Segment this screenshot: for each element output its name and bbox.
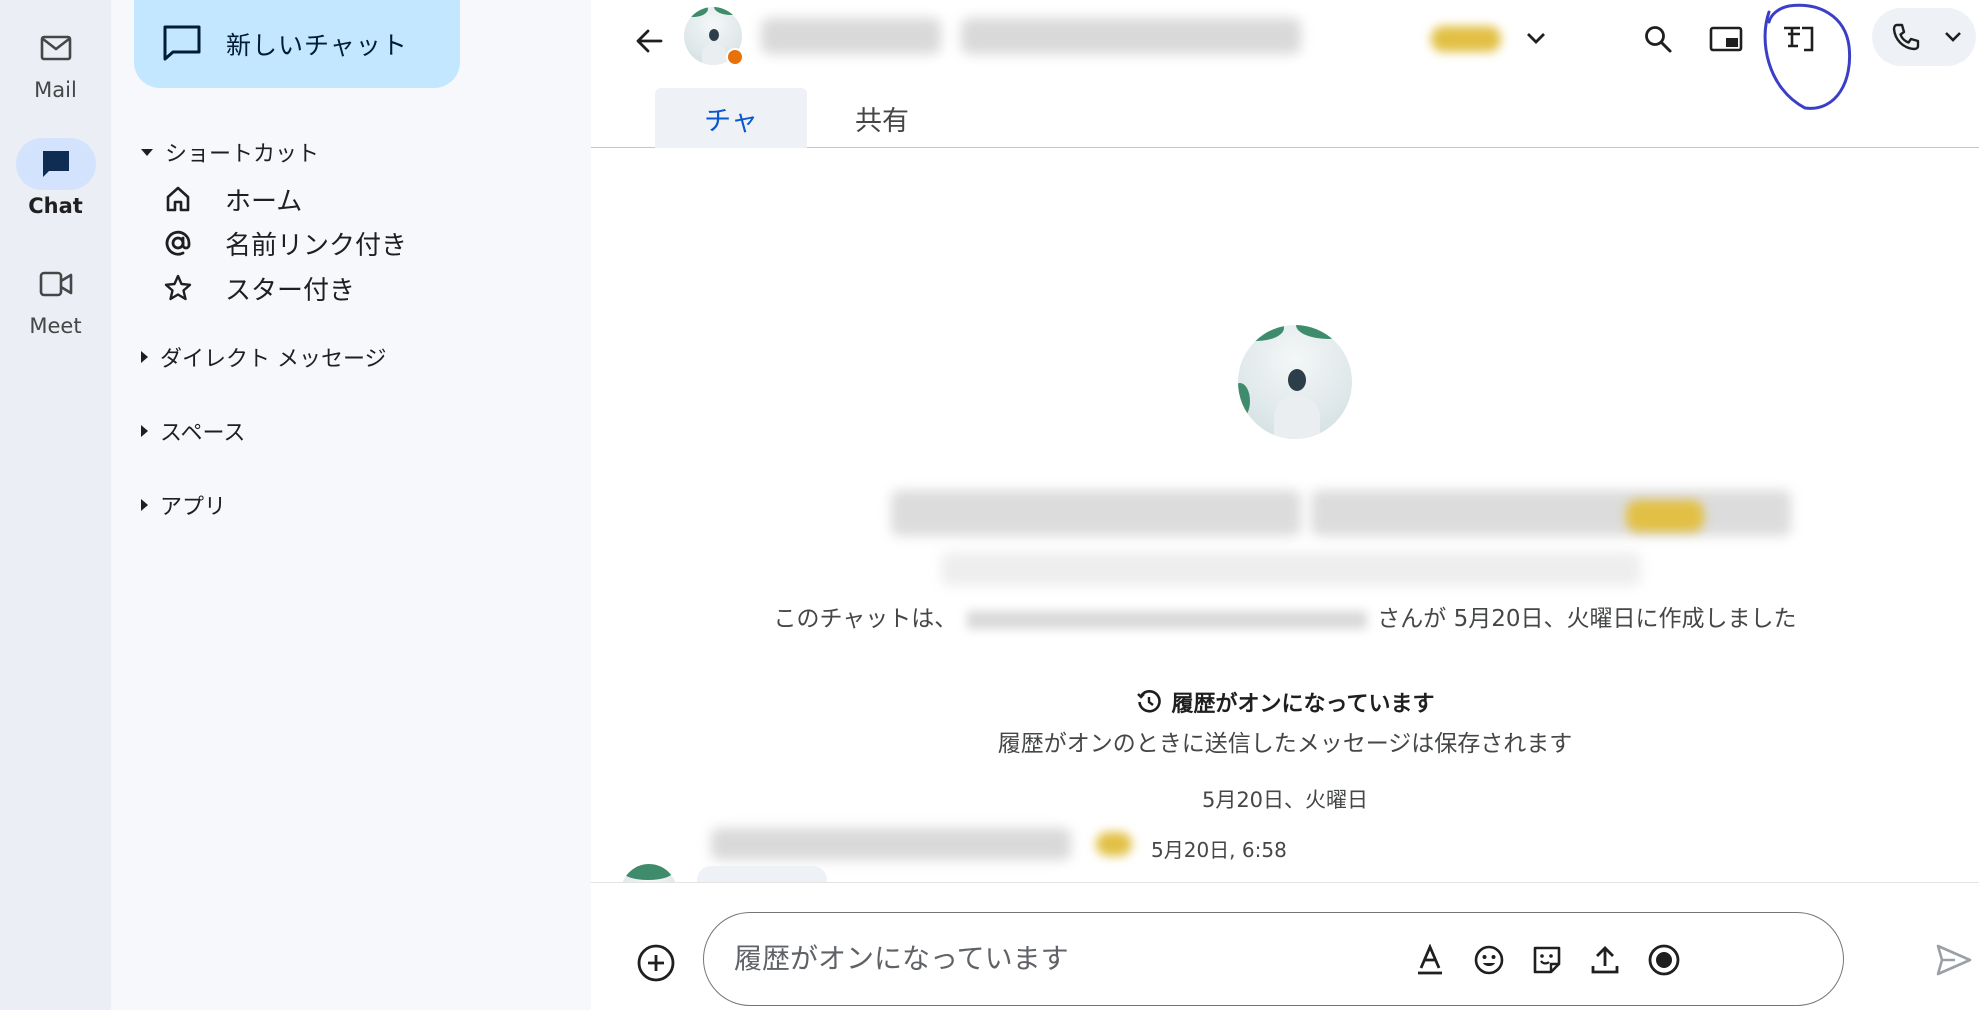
section-apps[interactable]: アプリ (141, 489, 226, 521)
redacted-sender (711, 828, 1071, 860)
call-button-group (1872, 8, 1976, 66)
sidebar-item-home-label: ホーム (225, 186, 303, 217)
sidebar: 新しいチャット ショートカット ホーム 名前リンク付き スター付き ダイレクト … (111, 0, 591, 1010)
chat-main: チャ 共有 このチャットは、 さんが 5月20日、火曜日に作成しました 履歴がオン… (591, 0, 1979, 1010)
composer-divider (591, 882, 1979, 883)
chat-icon (15, 138, 96, 190)
rail-label-mail: Mail (34, 78, 77, 102)
call-button[interactable] (1880, 12, 1932, 62)
caret-right-icon (141, 351, 148, 363)
back-button[interactable] (624, 16, 674, 66)
rail-item-mail[interactable]: Mail (0, 22, 111, 102)
send-button[interactable] (1931, 935, 1977, 985)
upload-button[interactable] (1582, 937, 1628, 983)
redacted-creator (967, 610, 1368, 629)
call-options-dropdown[interactable] (1938, 22, 1968, 52)
search-icon (1645, 26, 1672, 53)
star-icon (161, 271, 195, 305)
redacted-badge (1431, 26, 1501, 52)
rail-label-chat: Chat (28, 194, 83, 218)
status-badge (726, 48, 744, 66)
chevron-down-icon (1527, 33, 1545, 44)
sidebar-item-home[interactable]: ホーム (161, 178, 302, 220)
message-timestamp: 5月20日, 6:58 (1151, 838, 1287, 862)
redacted-name (761, 18, 941, 54)
sidebar-item-mentions-label: 名前リンク付き (225, 230, 408, 261)
send-icon (1936, 944, 1972, 976)
redacted-name (1311, 490, 1791, 536)
chat-created-suffix: さんが 5月20日、火曜日に作成しました (1377, 606, 1797, 632)
tab-shared[interactable]: 共有 (807, 88, 957, 148)
sidebar-item-starred-label: スター付き (225, 275, 356, 306)
arrow-back-icon (636, 29, 663, 53)
new-chat-icon (162, 24, 202, 66)
text-format-icon (1418, 944, 1442, 975)
sticker-button[interactable] (1524, 937, 1570, 983)
history-notice-title: 履歴がオンになっています (591, 686, 1979, 721)
home-icon (161, 182, 195, 216)
meet-icon (16, 258, 96, 310)
section-spaces-label: スペース (160, 421, 246, 446)
chat-created-text: このチャットは、 さんが 5月20日、火曜日に作成しました (591, 599, 1979, 633)
message-composer (703, 912, 1844, 1006)
app-rail: Mail Chat Meet (0, 0, 111, 1010)
caret-down-icon (141, 148, 153, 156)
caret-right-icon (141, 499, 148, 511)
chevron-down-icon (1945, 32, 1961, 42)
redacted-name (891, 490, 1301, 536)
chat-title-dropdown[interactable] (1516, 18, 1556, 58)
record-video-button[interactable] (1641, 937, 1687, 983)
rail-item-chat[interactable]: Chat (0, 138, 111, 218)
section-apps-label: アプリ (160, 495, 227, 520)
chat-created-prefix: このチャットは、 (773, 606, 958, 632)
redacted-badge (1096, 832, 1132, 856)
redacted-email (941, 552, 1641, 586)
history-notice-desc: 履歴がオンのときに送信したメッセージは保存されます (997, 731, 1573, 757)
caret-right-icon (141, 425, 148, 437)
mail-icon (16, 22, 96, 74)
picture-in-picture-icon (1709, 26, 1743, 52)
sticker-icon (1533, 946, 1561, 974)
add-attachment-button[interactable] (631, 938, 681, 988)
add-circle-icon (637, 944, 675, 982)
phone-icon (1892, 23, 1920, 51)
emoji-button[interactable] (1466, 937, 1512, 983)
conversation-tabs: チャ 共有 (591, 88, 1979, 148)
search-button[interactable] (1633, 14, 1683, 64)
redacted-badge (1626, 500, 1704, 532)
new-chat-label: 新しいチャット (226, 31, 408, 60)
rail-label-meet: Meet (29, 314, 82, 338)
message-avatar-clip (621, 864, 677, 882)
date-divider: 5月20日、火曜日 (1201, 788, 1369, 812)
emoji-icon (1474, 945, 1504, 975)
shortcuts-heading-label: ショートカット (165, 142, 320, 167)
at-icon (161, 226, 195, 260)
history-title-label: 履歴がオンになっています (1171, 692, 1435, 717)
shortcuts-heading[interactable]: ショートカット (141, 136, 319, 168)
popout-button[interactable] (1701, 14, 1751, 64)
history-icon (1136, 689, 1162, 721)
section-spaces[interactable]: スペース (141, 415, 245, 447)
tab-chat[interactable]: チャ (655, 88, 807, 148)
record-icon (1648, 944, 1680, 976)
redacted-name (961, 18, 1301, 54)
new-chat-button[interactable]: 新しいチャット (134, 0, 460, 88)
upload-icon (1591, 946, 1619, 974)
message-avatar (621, 864, 677, 882)
rail-item-meet[interactable]: Meet (0, 258, 111, 338)
section-direct-messages-label: ダイレクト メッセージ (160, 347, 387, 372)
sidebar-item-starred[interactable]: スター付き (161, 267, 355, 309)
conversation-avatar (1238, 325, 1352, 439)
format-button[interactable] (1407, 937, 1453, 983)
sidebar-item-mentions[interactable]: 名前リンク付き (161, 222, 407, 264)
section-direct-messages[interactable]: ダイレクト メッセージ (141, 341, 387, 373)
message-bubble (697, 866, 827, 882)
